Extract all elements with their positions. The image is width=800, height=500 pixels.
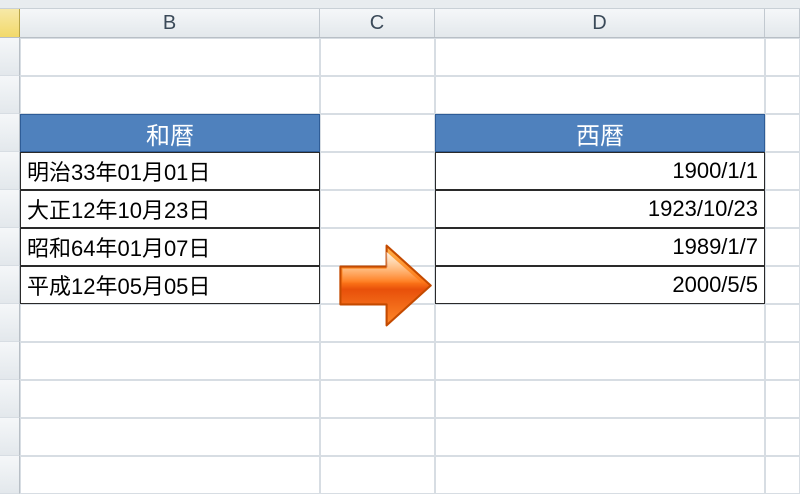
cell[interactable] [765,114,800,152]
row-header[interactable] [0,266,20,304]
cell[interactable] [320,342,435,380]
ribbon-edge [0,0,800,9]
row-header[interactable] [0,380,20,418]
cell[interactable] [765,228,800,266]
cell[interactable] [20,418,320,456]
cell[interactable] [435,342,765,380]
cell[interactable] [320,456,435,494]
cell[interactable] [20,304,320,342]
column-header-d[interactable]: D [435,9,765,37]
cell[interactable] [765,304,800,342]
cell[interactable] [320,228,435,266]
cell[interactable] [435,38,765,76]
grid-row: 昭和64年01月07日 1989/1/7 [0,228,800,266]
cell[interactable] [320,152,435,190]
grid-row [0,418,800,456]
cell[interactable] [765,190,800,228]
row-header[interactable] [0,114,20,152]
cell-seireki[interactable]: 2000/5/5 [435,266,765,304]
column-header-e[interactable] [765,9,800,37]
cell[interactable] [765,266,800,304]
spreadsheet-view: B C D 和暦 西暦 [0,0,800,500]
cell[interactable] [435,456,765,494]
grid-row: 明治33年01月01日 1900/1/1 [0,152,800,190]
cell[interactable] [765,418,800,456]
cell[interactable] [435,76,765,114]
grid-row [0,38,800,76]
cell-wareki[interactable]: 大正12年10月23日 [20,190,320,228]
grid-row [0,380,800,418]
column-header-b[interactable]: B [20,9,320,37]
grid-area: 和暦 西暦 明治33年01月01日 1900/1/1 大正12年10月23日 1… [0,38,800,494]
cell[interactable] [20,38,320,76]
cell-wareki[interactable]: 昭和64年01月07日 [20,228,320,266]
cell[interactable] [320,114,435,152]
column-header-row: B C D [0,9,800,38]
cell[interactable] [765,38,800,76]
row-header[interactable] [0,228,20,266]
cell[interactable] [20,380,320,418]
grid-row: 平成12年05月05日 2000/5/5 [0,266,800,304]
cell[interactable] [765,152,800,190]
cell[interactable] [320,76,435,114]
cell[interactable] [320,418,435,456]
cell[interactable] [765,342,800,380]
row-header[interactable] [0,38,20,76]
grid-row: 大正12年10月23日 1923/10/23 [0,190,800,228]
cell[interactable] [20,76,320,114]
grid-row [0,342,800,380]
cell[interactable] [20,342,320,380]
cell-seireki[interactable]: 1923/10/23 [435,190,765,228]
cell-wareki[interactable]: 平成12年05月05日 [20,266,320,304]
header-seireki[interactable]: 西暦 [435,114,765,152]
cell[interactable] [320,38,435,76]
row-header[interactable] [0,304,20,342]
cell[interactable] [435,380,765,418]
cell-seireki[interactable]: 1989/1/7 [435,228,765,266]
grid-row: 和暦 西暦 [0,114,800,152]
cell[interactable] [20,456,320,494]
cell[interactable] [765,456,800,494]
grid-row [0,456,800,494]
cell[interactable] [435,304,765,342]
row-header[interactable] [0,418,20,456]
row-header[interactable] [0,342,20,380]
cell[interactable] [320,266,435,304]
cell[interactable] [765,380,800,418]
row-header[interactable] [0,152,20,190]
row-header[interactable] [0,456,20,494]
cell[interactable] [435,418,765,456]
cell-wareki[interactable]: 明治33年01月01日 [20,152,320,190]
row-header[interactable] [0,190,20,228]
grid-row [0,76,800,114]
row-header[interactable] [0,76,20,114]
select-all-corner[interactable] [0,9,20,37]
column-header-c[interactable]: C [320,9,435,37]
cell[interactable] [320,190,435,228]
cell[interactable] [320,304,435,342]
cell-seireki[interactable]: 1900/1/1 [435,152,765,190]
header-wareki[interactable]: 和暦 [20,114,320,152]
cell[interactable] [765,76,800,114]
cell[interactable] [320,380,435,418]
grid-row [0,304,800,342]
